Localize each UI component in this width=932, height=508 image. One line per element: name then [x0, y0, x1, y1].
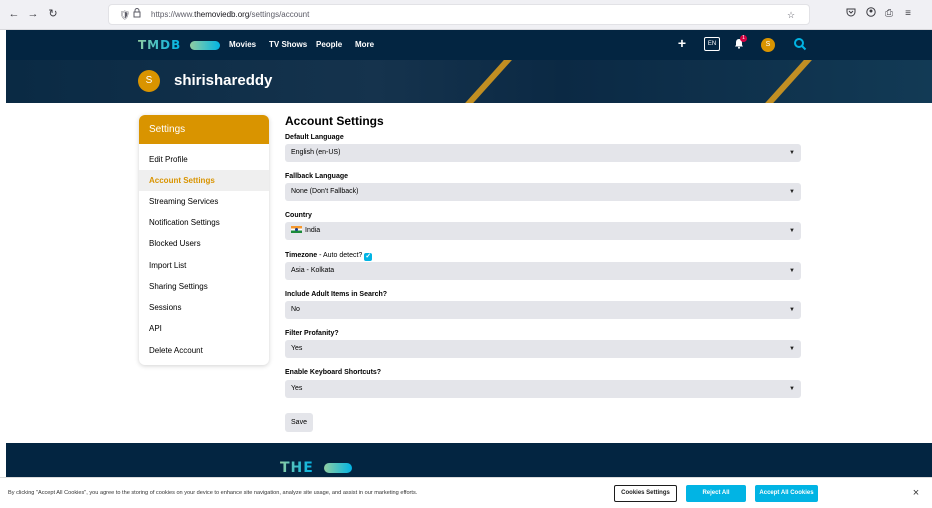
- reject-all-button[interactable]: Reject All: [686, 485, 746, 502]
- filter-profanity-label: Filter Profanity?: [285, 330, 339, 337]
- profile-username[interactable]: shirishareddy: [174, 72, 272, 90]
- search-icon[interactable]: [793, 37, 807, 51]
- keyboard-shortcuts-select[interactable]: Yes ▼: [285, 380, 801, 398]
- close-icon[interactable]: ×: [910, 487, 922, 499]
- add-icon[interactable]: +: [676, 36, 688, 52]
- shield-icon[interactable]: 🛡︎: [119, 8, 130, 22]
- notification-badge: 1: [740, 35, 747, 42]
- logo-pill-shape: [190, 41, 220, 50]
- footer-logo-text: THE: [280, 460, 314, 476]
- footer-logo-pill-shape: [324, 463, 352, 473]
- page-title: Account Settings: [285, 114, 384, 128]
- timezone-select[interactable]: Asia - Kolkata ▼: [285, 262, 801, 280]
- extensions-icon[interactable]: ⎙: [882, 7, 896, 21]
- sidebar-item-import-list[interactable]: Import List: [139, 255, 269, 276]
- account-icon[interactable]: [864, 7, 878, 22]
- nav-tv-shows[interactable]: TV Shows: [269, 39, 307, 51]
- site-header: TMDB Movies TV Shows People More + EN 1 …: [6, 30, 932, 60]
- fallback-language-select[interactable]: None (Don't Fallback) ▼: [285, 183, 801, 201]
- sidebar-item-blocked-users[interactable]: Blocked Users: [139, 233, 269, 254]
- sidebar-item-api[interactable]: API: [139, 318, 269, 339]
- timezone-label: Timezone - Auto detect? ✓: [285, 251, 373, 261]
- fallback-language-value: None (Don't Fallback): [291, 188, 359, 195]
- adult-items-value: No: [291, 306, 300, 313]
- default-language-value: English (en-US): [291, 149, 341, 156]
- chevron-down-icon: ▼: [789, 386, 795, 392]
- cookie-message: By clicking "Accept All Cookies", you ag…: [8, 490, 418, 496]
- fallback-language-label: Fallback Language: [285, 173, 349, 180]
- timezone-value: Asia - Kolkata: [291, 267, 335, 274]
- language-button[interactable]: EN: [704, 37, 720, 51]
- reload-icon[interactable]: ↻: [46, 7, 60, 21]
- sidebar-item-sessions[interactable]: Sessions: [139, 297, 269, 318]
- adult-items-select[interactable]: No ▼: [285, 301, 801, 319]
- chevron-down-icon: ▼: [789, 268, 795, 274]
- menu-icon[interactable]: ≡: [901, 7, 915, 21]
- sidebar-item-notification-settings[interactable]: Notification Settings: [139, 212, 269, 233]
- country-select[interactable]: India ▼: [285, 222, 801, 240]
- cookies-settings-button[interactable]: Cookies Settings: [614, 485, 677, 502]
- filter-profanity-select[interactable]: Yes ▼: [285, 340, 801, 358]
- default-language-label: Default Language: [285, 134, 344, 141]
- accept-all-cookies-button[interactable]: Accept All Cookies: [755, 485, 818, 502]
- nav-people[interactable]: People: [316, 39, 342, 51]
- url-text: https://www.themoviedb.org/settings/acco…: [151, 10, 310, 19]
- chevron-down-icon: ▼: [789, 307, 795, 313]
- sidebar-item-account-settings[interactable]: Account Settings: [139, 170, 269, 191]
- chevron-down-icon: ▼: [789, 189, 795, 195]
- sidebar-item-sharing-settings[interactable]: Sharing Settings: [139, 276, 269, 297]
- bookmark-star-icon[interactable]: ☆: [787, 8, 795, 22]
- pocket-icon[interactable]: [844, 7, 858, 22]
- sidebar-item-edit-profile[interactable]: Edit Profile: [139, 149, 269, 170]
- default-language-select[interactable]: English (en-US) ▼: [285, 144, 801, 162]
- sidebar-item-streaming-services[interactable]: Streaming Services: [139, 191, 269, 212]
- cookie-consent-bar: By clicking "Accept All Cookies", you ag…: [0, 477, 932, 508]
- lock-icon[interactable]: [133, 8, 141, 22]
- settings-sidebar: Settings Edit Profile Account Settings S…: [139, 115, 269, 365]
- profile-banner: S shirishareddy: [6, 60, 932, 103]
- back-icon[interactable]: ←: [7, 7, 21, 21]
- sidebar-item-delete-account[interactable]: Delete Account: [139, 340, 269, 361]
- filter-profanity-value: Yes: [291, 345, 303, 352]
- keyboard-shortcuts-label: Enable Keyboard Shortcuts?: [285, 369, 382, 376]
- nav-more[interactable]: More: [355, 39, 374, 51]
- adult-items-label: Include Adult Items in Search?: [285, 291, 388, 298]
- browser-toolbar: ← → ↻ 🛡︎ https://www.themoviedb.org/sett…: [0, 0, 932, 30]
- auto-detect-label: - Auto detect?: [317, 252, 363, 259]
- country-label: Country: [285, 212, 312, 219]
- address-bar[interactable]: 🛡︎ https://www.themoviedb.org/settings/a…: [108, 4, 810, 25]
- timezone-label-text: Timezone: [285, 252, 318, 259]
- logo-text: TMDB: [138, 38, 182, 52]
- chevron-down-icon: ▼: [789, 346, 795, 352]
- chevron-down-icon: ▼: [789, 150, 795, 156]
- auto-detect-checkbox[interactable]: ✓: [364, 253, 373, 261]
- save-button[interactable]: Save: [285, 413, 313, 432]
- chevron-down-icon: ▼: [789, 228, 795, 234]
- sidebar-title: Settings: [139, 115, 269, 144]
- keyboard-shortcuts-value: Yes: [291, 385, 303, 392]
- banner-stripe: [763, 60, 815, 103]
- banner-stripe: [463, 60, 515, 103]
- country-value: India: [305, 227, 321, 234]
- profile-avatar[interactable]: S: [138, 70, 160, 92]
- user-avatar[interactable]: S: [761, 38, 775, 52]
- india-flag-icon: [291, 226, 302, 233]
- forward-icon[interactable]: →: [26, 7, 40, 21]
- nav-movies[interactable]: Movies: [229, 39, 256, 51]
